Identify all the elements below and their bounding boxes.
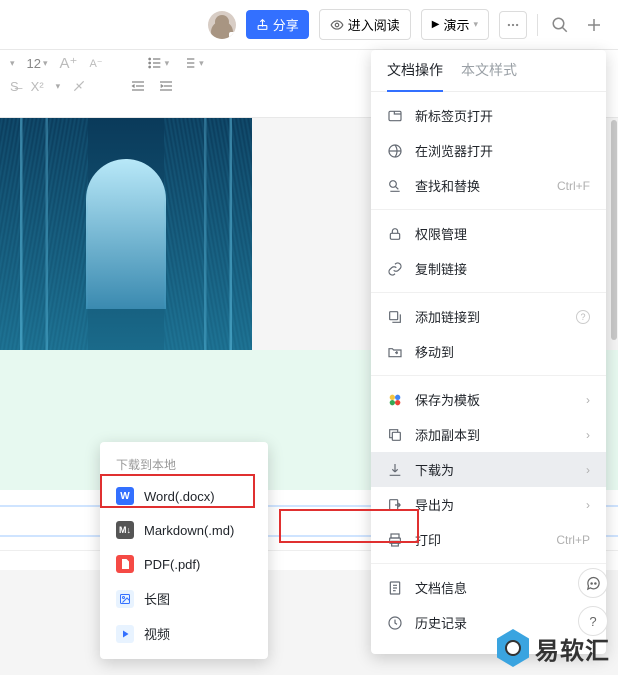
chat-button[interactable] — [578, 568, 608, 598]
tpl-icon — [387, 392, 403, 408]
help-icon: ? — [576, 310, 590, 324]
top-bar: 分享 进入阅读 ▶演示▾ — [0, 0, 618, 50]
download-video[interactable]: 视频 — [100, 616, 268, 651]
download-pdf[interactable]: PDF(.pdf) — [100, 547, 268, 581]
outdent-button[interactable] — [130, 78, 146, 94]
watermark-logo: 易软汇 — [497, 629, 610, 667]
menu-print[interactable]: 打印Ctrl+P — [371, 522, 606, 557]
submenu-title: 下载到本地 — [100, 450, 268, 479]
menu-find-replace[interactable]: 查找和替换Ctrl+F — [371, 168, 606, 203]
bullet-list-button[interactable]: ▾ — [147, 55, 170, 71]
image-icon — [116, 590, 134, 608]
reader-mode-button[interactable]: 进入阅读 — [319, 9, 411, 40]
font-inc-button[interactable]: A⁺ — [60, 54, 78, 72]
scrollbar[interactable] — [610, 120, 618, 620]
plus-icon[interactable] — [582, 13, 606, 37]
word-icon: W — [116, 487, 134, 505]
download-submenu: 下载到本地 WWord(.docx) M↓Markdown(.md) PDF(.… — [100, 442, 268, 659]
video-icon — [116, 625, 134, 643]
info-icon — [387, 580, 403, 596]
more-button[interactable] — [499, 11, 527, 39]
menu-export-as[interactable]: 导出为› — [371, 487, 606, 522]
linkto-icon — [387, 309, 403, 325]
print-icon — [387, 532, 403, 548]
logo-text: 易软汇 — [535, 631, 610, 666]
menu-permissions[interactable]: 权限管理 — [371, 216, 606, 251]
export-icon — [387, 497, 403, 513]
select-button[interactable]: ▾ — [56, 81, 61, 92]
number-list-button[interactable]: ▾ — [181, 55, 204, 71]
pdf-icon — [116, 555, 134, 573]
menu-doc-info[interactable]: 文档信息 — [371, 570, 606, 605]
download-markdown[interactable]: M↓Markdown(.md) — [100, 513, 268, 547]
chevron-right-icon: › — [586, 498, 590, 512]
markdown-icon: M↓ — [116, 521, 134, 539]
history-icon — [387, 615, 403, 631]
menu-add-copy[interactable]: 添加副本到› — [371, 417, 606, 452]
document-menu: 文档操作 本文样式 新标签页打开 在浏览器打开 查找和替换Ctrl+F 权限管理… — [371, 50, 606, 654]
share-button[interactable]: 分享 — [246, 10, 309, 39]
strike-button[interactable]: S̶ — [10, 79, 19, 94]
indent-button[interactable] — [158, 78, 174, 94]
newtab-icon — [387, 108, 403, 124]
menu-download-as[interactable]: 下载为› — [371, 452, 606, 487]
chevron-right-icon: › — [586, 428, 590, 442]
browser-icon — [387, 143, 403, 159]
fontsize-select[interactable]: 12▾ — [27, 56, 48, 71]
menu-open-browser[interactable]: 在浏览器打开 — [371, 133, 606, 168]
link-icon — [387, 261, 403, 277]
findrep-icon — [387, 178, 403, 194]
header-image — [0, 118, 252, 350]
superscript-button[interactable]: X² — [31, 79, 44, 94]
search-icon[interactable] — [548, 13, 572, 37]
chevron-right-icon: › — [586, 463, 590, 477]
menu-open-newtab[interactable]: 新标签页打开 — [371, 98, 606, 133]
lock-icon — [387, 226, 403, 242]
logo-badge-icon — [497, 629, 529, 667]
divider — [537, 14, 538, 36]
present-button[interactable]: ▶演示▾ — [421, 9, 489, 40]
tab-styles[interactable]: 本文样式 — [461, 60, 517, 91]
download-image[interactable]: 长图 — [100, 581, 268, 616]
menu-copy-link[interactable]: 复制链接 — [371, 251, 606, 286]
font-dec-button[interactable]: A⁻ — [89, 57, 102, 70]
download-word[interactable]: WWord(.docx) — [100, 479, 268, 513]
chevron-right-icon: › — [586, 393, 590, 407]
moveto-icon — [387, 344, 403, 360]
menu-move-to[interactable]: 移动到 — [371, 334, 606, 369]
menu-save-template[interactable]: 保存为模板› — [371, 382, 606, 417]
menu-add-link-to[interactable]: 添加链接到? — [371, 299, 606, 334]
copy-icon — [387, 427, 403, 443]
heading-select[interactable]: ▾ — [10, 58, 15, 69]
tab-doc-ops[interactable]: 文档操作 — [387, 60, 443, 92]
clear-format-button[interactable] — [72, 79, 86, 93]
avatar[interactable] — [208, 11, 236, 39]
download-icon — [387, 462, 403, 478]
